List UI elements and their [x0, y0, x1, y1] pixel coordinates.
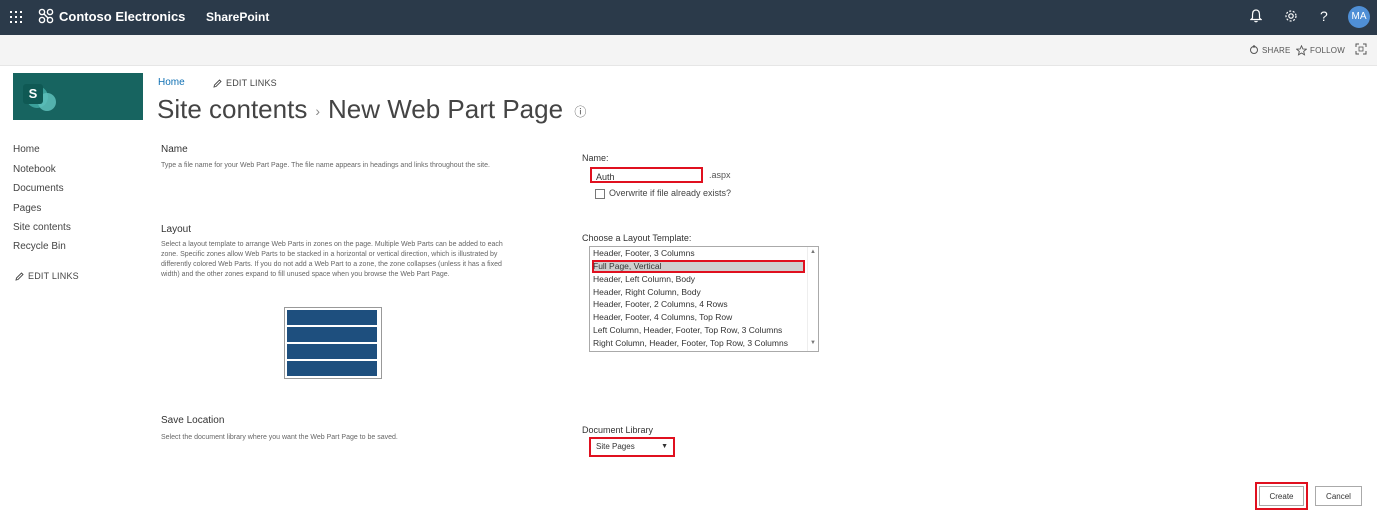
- save-location-heading: Save Location: [161, 415, 225, 426]
- bell-icon[interactable]: [1249, 9, 1263, 26]
- star-icon: [1296, 45, 1307, 56]
- nav-item-site-contents[interactable]: Site contents: [13, 222, 71, 233]
- share-label: SHARE: [1262, 45, 1291, 55]
- page-title: Site contents › New Web Part Page ⓘ: [157, 94, 586, 125]
- layout-option[interactable]: Left Column, Header, Footer, Top Row, 3 …: [593, 325, 782, 335]
- scroll-down-icon[interactable]: ▼: [810, 340, 816, 346]
- file-name-input[interactable]: Auth: [590, 167, 703, 183]
- cancel-button[interactable]: Cancel: [1315, 486, 1362, 506]
- nav-item-notebook[interactable]: Notebook: [13, 164, 56, 175]
- edit-links-nav[interactable]: EDIT LINKS: [15, 271, 79, 281]
- share-icon: [1250, 45, 1258, 54]
- document-library-select[interactable]: Site Pages ▼: [589, 437, 675, 457]
- edit-links-label: EDIT LINKS: [226, 78, 277, 88]
- name-description: Type a file name for your Web Part Page.…: [161, 162, 490, 169]
- layout-option[interactable]: Header, Right Column, Body: [593, 287, 701, 297]
- focus-mode-icon[interactable]: [1355, 43, 1367, 55]
- app-launcher-icon[interactable]: [10, 11, 22, 23]
- scroll-up-icon[interactable]: ▲: [810, 249, 816, 255]
- document-library-value: Site Pages: [596, 442, 635, 451]
- layout-heading: Layout: [161, 224, 192, 235]
- name-field-label: Name:: [582, 153, 609, 163]
- chevron-down-icon: ▼: [661, 443, 668, 450]
- title-parent-link[interactable]: Site contents: [157, 94, 307, 124]
- breadcrumb-home-link[interactable]: Home: [158, 77, 185, 88]
- listbox-scrollbar[interactable]: ▲ ▼: [807, 247, 818, 351]
- help-icon[interactable]: ?: [1320, 8, 1328, 24]
- nav-item-home[interactable]: Home: [13, 144, 40, 155]
- org-brand[interactable]: Contoso Electronics: [38, 8, 185, 24]
- org-logo-icon: [38, 8, 54, 24]
- pencil-icon: [15, 271, 24, 281]
- nav-item-pages[interactable]: Pages: [13, 203, 41, 214]
- edit-links-top[interactable]: EDIT LINKS: [213, 78, 277, 88]
- info-icon[interactable]: ⓘ: [574, 105, 586, 119]
- layout-option[interactable]: Right Column, Header, Footer, Top Row, 3…: [593, 338, 788, 348]
- title-current: New Web Part Page: [327, 94, 564, 124]
- action-bar: SHARE FOLLOW: [0, 35, 1377, 66]
- follow-button[interactable]: FOLLOW: [1296, 45, 1345, 56]
- pencil-icon: [213, 78, 222, 88]
- layout-option[interactable]: Header, Footer, 4 Columns, Top Row: [593, 312, 732, 322]
- layout-option[interactable]: Header, Left Column, Body: [593, 274, 695, 284]
- preview-zone: [287, 344, 377, 359]
- suite-bar: Contoso Electronics SharePoint ? MA: [0, 0, 1377, 35]
- title-separator: ›: [315, 103, 320, 120]
- share-button[interactable]: SHARE: [1249, 45, 1291, 55]
- create-button[interactable]: Create: [1259, 486, 1304, 506]
- name-heading: Name: [161, 144, 188, 155]
- layout-option[interactable]: Header, Footer, 2 Columns, 4 Rows: [593, 299, 728, 309]
- layout-template-listbox[interactable]: Header, Footer, 3 Columns Full Page, Ver…: [589, 246, 819, 352]
- gear-icon[interactable]: [1284, 9, 1298, 26]
- layout-description: Select a layout template to arrange Web …: [161, 241, 503, 278]
- org-name: Contoso Electronics: [59, 8, 186, 24]
- edit-links-label: EDIT LINKS: [28, 271, 79, 281]
- preview-zone: [287, 327, 377, 342]
- layout-option[interactable]: Header, Footer, 3 Columns: [593, 248, 695, 258]
- preview-zone: [287, 310, 377, 325]
- nav-item-recycle-bin[interactable]: Recycle Bin: [13, 241, 66, 252]
- layout-preview-image: [284, 307, 382, 379]
- layout-field-label: Choose a Layout Template:: [582, 233, 692, 243]
- avatar[interactable]: MA: [1348, 6, 1370, 28]
- layout-option-selected[interactable]: Full Page, Vertical: [593, 261, 662, 271]
- overwrite-checkbox[interactable]: [595, 189, 605, 199]
- document-library-label: Document Library: [582, 425, 654, 435]
- preview-zone: [287, 361, 377, 376]
- sharepoint-logo-icon: S: [23, 84, 43, 104]
- app-name[interactable]: SharePoint: [206, 10, 269, 24]
- save-location-description: Select the document library where you wa…: [161, 434, 398, 441]
- file-extension: .aspx: [709, 170, 731, 180]
- follow-label: FOLLOW: [1310, 46, 1345, 55]
- nav-item-documents[interactable]: Documents: [13, 183, 64, 194]
- overwrite-label: Overwrite if file already exists?: [609, 188, 732, 198]
